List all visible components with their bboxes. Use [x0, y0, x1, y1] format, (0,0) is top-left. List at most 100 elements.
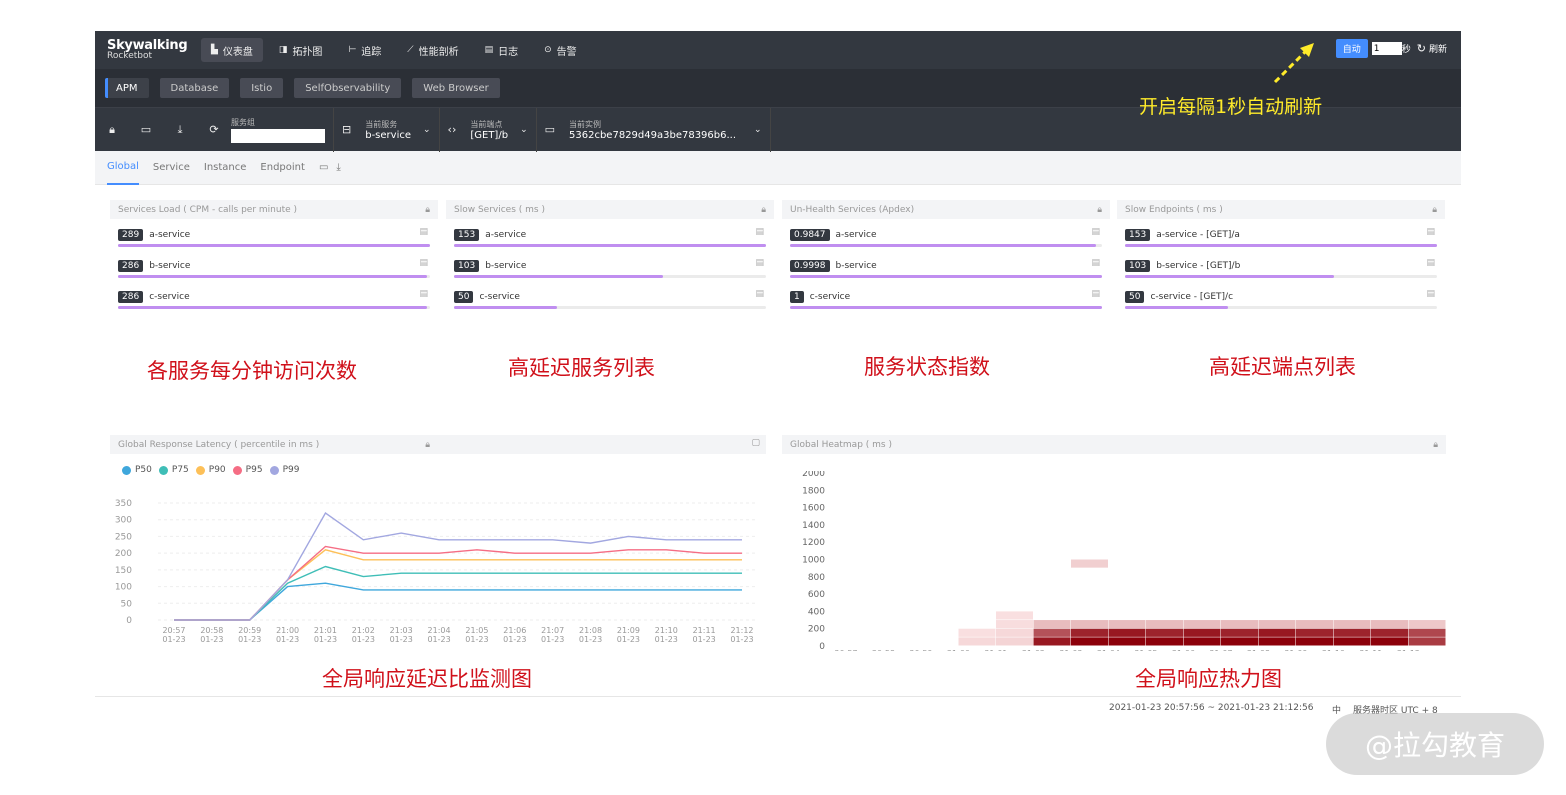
folder-icon[interactable]: ▭ [129, 123, 163, 136]
heatmap-cell[interactable] [1146, 628, 1183, 637]
dashboard-tab-4[interactable]: Web Browser [412, 78, 500, 98]
list-item[interactable]: 50 c-service ▤ [446, 281, 774, 312]
chevron-down-icon[interactable]: ⌄ [754, 125, 762, 135]
dashboard-tab-0[interactable]: APM [105, 78, 149, 98]
heatmap-cell[interactable] [1333, 637, 1371, 646]
heatmap-cell[interactable] [1146, 620, 1183, 629]
lock-icon[interactable]: 🔒︎ [425, 205, 430, 215]
nav-item-5[interactable]: ⊙ 告警 [534, 38, 587, 62]
heatmap-cell[interactable] [1033, 620, 1071, 629]
lock-icon[interactable]: 🔒︎ [95, 123, 129, 137]
heatmap-cell[interactable] [1071, 628, 1108, 637]
reload-icon[interactable]: ⟳ [197, 123, 231, 136]
nav-item-1[interactable]: ◨ 拓扑图 [269, 38, 333, 62]
lock-icon[interactable]: ▢ [751, 438, 760, 448]
clipboard-icon[interactable]: ▤ [419, 258, 428, 268]
lock-icon[interactable]: 🔒︎ [1097, 205, 1102, 215]
auto-refresh-button[interactable]: 自动 [1335, 39, 1368, 58]
clipboard-icon[interactable]: ▤ [755, 227, 764, 237]
heatmap-cell[interactable] [958, 628, 996, 637]
lock-icon[interactable]: 🔒︎ [1432, 205, 1437, 215]
list-item[interactable]: 153 a-service ▤ [446, 219, 774, 250]
heatmap-cell[interactable] [1183, 637, 1221, 646]
heatmap-cell[interactable] [996, 611, 1033, 620]
clipboard-icon[interactable]: ▤ [1426, 227, 1435, 237]
clipboard-icon[interactable]: ▤ [419, 289, 428, 299]
heatmap-cell[interactable] [958, 637, 996, 646]
dashboard-tab-3[interactable]: SelfObservability [294, 78, 402, 98]
heatmap-cell[interactable] [1371, 637, 1408, 646]
clipboard-icon[interactable]: ▤ [1091, 289, 1100, 299]
list-item[interactable]: 0.9998 b-service ▤ [782, 250, 1110, 281]
legend-item[interactable]: P95 [232, 465, 263, 475]
logo[interactable]: Skywalking Rocketbot [95, 39, 195, 61]
dashboard-tab-1[interactable]: Database [159, 78, 230, 98]
heatmap-cell[interactable] [996, 637, 1033, 646]
list-item[interactable]: 50 c-service - [GET]/c ▤ [1117, 281, 1445, 312]
scope-tab-2[interactable]: Instance [204, 151, 247, 185]
nav-item-0[interactable]: ▙ 仪表盘 [201, 38, 263, 62]
lock-icon[interactable]: 🔒︎ [1433, 440, 1438, 450]
clipboard-icon[interactable]: ▤ [419, 227, 428, 237]
nav-item-3[interactable]: ⟋ 性能剖析 [397, 38, 468, 62]
service-group-selector[interactable]: 服务组 [231, 107, 334, 152]
lock-icon[interactable]: 🔒︎ [425, 440, 430, 450]
heatmap-cell[interactable] [1296, 637, 1333, 646]
list-item[interactable]: 103 b-service - [GET]/b ▤ [1117, 250, 1445, 281]
heatmap-cell[interactable] [1183, 628, 1221, 637]
series-line-p99[interactable] [174, 512, 742, 621]
heatmap-cell[interactable] [1296, 628, 1333, 637]
list-item[interactable]: 286 b-service ▤ [110, 250, 438, 281]
list-item[interactable]: 1 c-service ▤ [782, 281, 1110, 312]
dashboard-tab-2[interactable]: Istio [240, 78, 284, 98]
scope-tab-3[interactable]: Endpoint [260, 151, 305, 185]
current-service-selector[interactable]: ⊟ 当前服务 b-service ⌄ [334, 107, 440, 152]
legend-item[interactable]: P99 [269, 465, 299, 475]
heatmap-cell[interactable] [1108, 620, 1146, 629]
nav-item-2[interactable]: ⊢ 追踪 [338, 38, 391, 62]
heatmap-cell[interactable] [1408, 628, 1446, 637]
heatmap-cell[interactable] [1371, 620, 1408, 629]
heatmap-cell[interactable] [1333, 620, 1371, 629]
legend-item[interactable]: P90 [195, 465, 226, 475]
heatmap-cell[interactable] [1333, 628, 1371, 637]
heatmap-cell[interactable] [1033, 628, 1071, 637]
lock-icon[interactable]: 🔒︎ [761, 205, 766, 215]
chevron-down-icon[interactable]: ⌄ [423, 125, 431, 135]
heatmap-cell[interactable] [1221, 637, 1258, 646]
heatmap-cell[interactable] [1258, 637, 1296, 646]
chevron-down-icon[interactable]: ⌄ [520, 125, 528, 135]
heatmap-cell[interactable] [1258, 620, 1296, 629]
service-group-input[interactable] [231, 128, 325, 143]
heatmap-cell[interactable] [1221, 620, 1258, 629]
heatmap-cell[interactable] [1108, 637, 1146, 646]
heatmap-cell[interactable] [1371, 628, 1408, 637]
refresh-interval-input[interactable] [1371, 42, 1402, 55]
scope-tab-1[interactable]: Service [153, 151, 190, 185]
list-item[interactable]: 103 b-service ▤ [446, 250, 774, 281]
heatmap-cell[interactable] [1408, 620, 1446, 629]
clipboard-icon[interactable]: ▤ [1091, 258, 1100, 268]
heatmap-cell[interactable] [1221, 628, 1258, 637]
heatmap-cell[interactable] [1071, 637, 1108, 646]
heatmap-cell[interactable] [1146, 637, 1183, 646]
legend-item[interactable]: P50 [122, 465, 152, 475]
refresh-button[interactable]: 刷新 [1429, 42, 1447, 55]
heatmap-cell[interactable] [1258, 628, 1296, 637]
list-item[interactable]: 289 a-service ▤ [110, 219, 438, 250]
heatmap-cell[interactable] [1071, 559, 1108, 568]
scope-tab-0[interactable]: Global [107, 151, 139, 185]
heatmap-cell[interactable] [1408, 637, 1446, 646]
heatmap-cell[interactable] [996, 620, 1033, 629]
heatmap-cell[interactable] [1108, 628, 1146, 637]
heatmap-cell[interactable] [1033, 637, 1071, 646]
download-icon[interactable]: ⤓ [163, 123, 197, 137]
nav-item-4[interactable]: ▤ 日志 [475, 38, 529, 62]
series-line-p50[interactable] [174, 582, 742, 621]
clipboard-icon[interactable]: ▤ [1426, 289, 1435, 299]
clipboard-icon[interactable]: ▤ [755, 289, 764, 299]
heatmap-cell[interactable] [1296, 620, 1333, 629]
clipboard-icon[interactable]: ▤ [755, 258, 764, 268]
heatmap-cell[interactable] [996, 628, 1033, 637]
list-item[interactable]: 286 c-service ▤ [110, 281, 438, 312]
